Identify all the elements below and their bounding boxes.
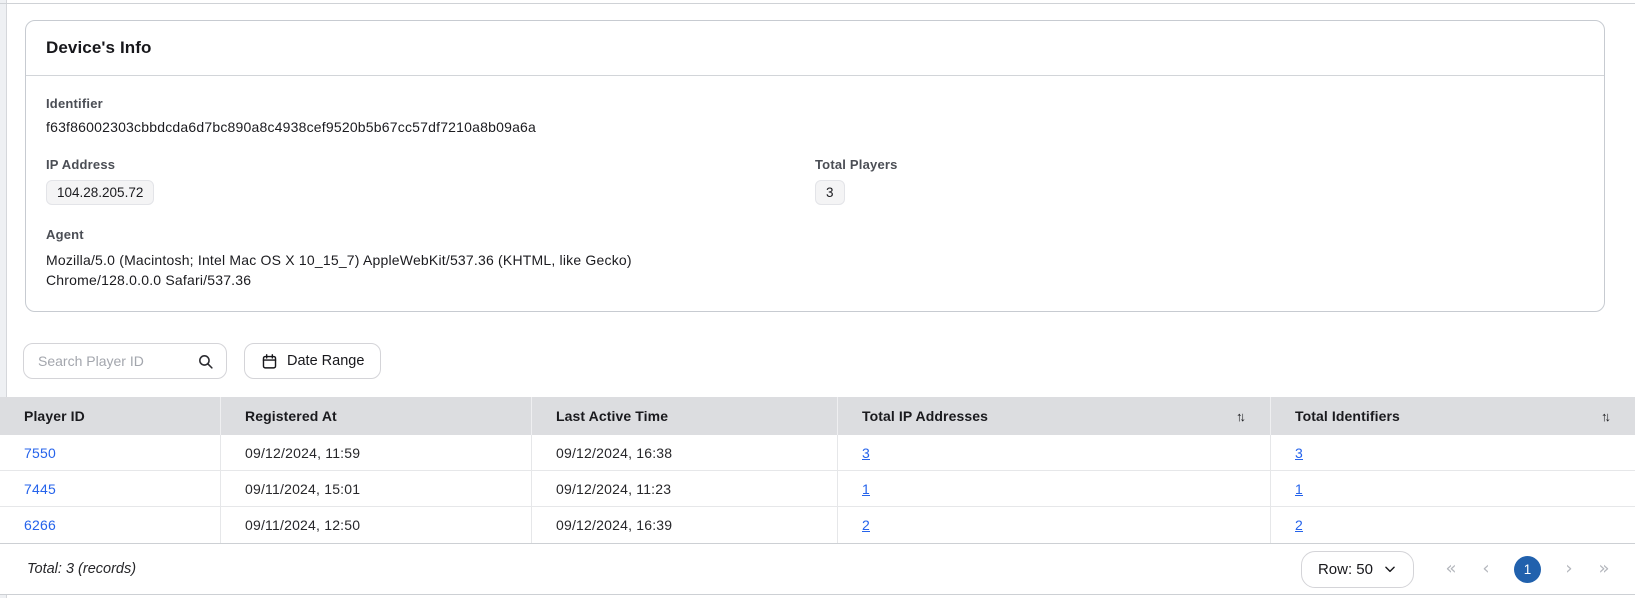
column-header-total-identifiers: Total Identifiers ↑↓ bbox=[1271, 397, 1635, 435]
column-header-player-id: Player ID bbox=[0, 397, 221, 435]
total-players-label: Total Players bbox=[815, 157, 1584, 172]
total-players-chip: 3 bbox=[815, 180, 845, 205]
cell-last-active-time: 09/12/2024, 16:39 bbox=[532, 507, 838, 543]
table-toolbar: Date Range bbox=[23, 343, 381, 379]
first-page-icon[interactable]: « bbox=[1444, 560, 1458, 578]
agent-label: Agent bbox=[46, 227, 815, 242]
cell-total-ip-addresses: 2 bbox=[838, 507, 1271, 543]
column-header-label: Last Active Time bbox=[556, 408, 668, 424]
device-info-card-body: Identifier f63f86002303cbbdcda6d7bc890a8… bbox=[26, 76, 1604, 290]
last-page-icon[interactable]: » bbox=[1597, 560, 1611, 578]
column-header-label: Registered At bbox=[245, 408, 337, 424]
player-id-link[interactable]: 6266 bbox=[24, 517, 56, 533]
device-info-card-header: Device's Info bbox=[26, 21, 1604, 76]
column-header-registered-at: Registered At bbox=[221, 397, 532, 435]
pagination-controls: Row: 50 « ‹ 1 › » bbox=[1301, 551, 1611, 588]
agent-value: Mozilla/5.0 (Macintosh; Intel Mac OS X 1… bbox=[46, 250, 741, 290]
calendar-icon bbox=[261, 353, 278, 370]
total-identifiers-link[interactable]: 2 bbox=[1295, 517, 1303, 533]
identifier-label: Identifier bbox=[46, 96, 815, 111]
pager: « ‹ 1 › » bbox=[1444, 556, 1611, 583]
cell-last-active-time: 09/12/2024, 11:23 bbox=[532, 471, 838, 506]
ip-address-field: IP Address 104.28.205.72 bbox=[46, 157, 815, 205]
identifier-field: Identifier f63f86002303cbbdcda6d7bc890a8… bbox=[46, 96, 815, 135]
date-range-label: Date Range bbox=[287, 353, 364, 369]
cell-total-identifiers: 1 bbox=[1271, 471, 1635, 506]
table-row: 7445 09/11/2024, 15:01 09/12/2024, 11:23… bbox=[0, 471, 1635, 507]
card-title: Device's Info bbox=[46, 38, 152, 58]
player-id-link[interactable]: 7550 bbox=[24, 445, 56, 461]
ip-address-chip: 104.28.205.72 bbox=[46, 180, 154, 205]
cell-registered-at: 09/11/2024, 15:01 bbox=[221, 471, 532, 506]
column-header-last-active-time: Last Active Time bbox=[532, 397, 838, 435]
device-info-card: Device's Info Identifier f63f86002303cbb… bbox=[25, 20, 1605, 312]
identifier-value: f63f86002303cbbdcda6d7bc890a8c4938cef952… bbox=[46, 119, 815, 135]
sort-icon[interactable]: ↑↓ bbox=[1601, 409, 1611, 424]
total-identifiers-link[interactable]: 3 bbox=[1295, 445, 1303, 461]
player-id-link[interactable]: 7445 bbox=[24, 481, 56, 497]
total-ip-addresses-link[interactable]: 1 bbox=[862, 481, 870, 497]
cell-total-ip-addresses: 1 bbox=[838, 471, 1271, 506]
column-header-label: Player ID bbox=[24, 408, 85, 424]
sort-icon[interactable]: ↑↓ bbox=[1236, 409, 1246, 424]
cell-last-active-time: 09/12/2024, 16:38 bbox=[532, 435, 838, 470]
total-ip-addresses-link[interactable]: 2 bbox=[862, 517, 870, 533]
agent-field: Agent Mozilla/5.0 (Macintosh; Intel Mac … bbox=[46, 227, 815, 290]
cell-player-id: 6266 bbox=[0, 507, 221, 543]
ip-address-label: IP Address bbox=[46, 157, 815, 172]
table-footer: Total: 3 (records) Row: 50 « ‹ 1 › » bbox=[0, 543, 1635, 595]
cell-player-id: 7445 bbox=[0, 471, 221, 506]
chevron-down-icon bbox=[1383, 562, 1397, 576]
rows-per-page-label: Row: 50 bbox=[1318, 561, 1373, 578]
total-records-text: Total: 3 (records) bbox=[27, 561, 136, 577]
player-search-box[interactable] bbox=[23, 343, 227, 379]
cell-registered-at: 09/11/2024, 12:50 bbox=[221, 507, 532, 543]
date-range-button[interactable]: Date Range bbox=[244, 343, 381, 379]
current-page-button[interactable]: 1 bbox=[1514, 556, 1541, 583]
prev-page-icon[interactable]: ‹ bbox=[1479, 560, 1493, 578]
cell-total-ip-addresses: 3 bbox=[838, 435, 1271, 470]
total-identifiers-link[interactable]: 1 bbox=[1295, 481, 1303, 497]
cell-total-identifiers: 3 bbox=[1271, 435, 1635, 470]
column-header-label: Total IP Addresses bbox=[862, 408, 988, 424]
spacer-cell bbox=[815, 96, 1584, 135]
rows-per-page-selector[interactable]: Row: 50 bbox=[1301, 551, 1414, 588]
total-players-field: Total Players 3 bbox=[815, 157, 1584, 205]
table-row: 6266 09/11/2024, 12:50 09/12/2024, 16:39… bbox=[0, 507, 1635, 543]
column-header-total-ip-addresses: Total IP Addresses ↑↓ bbox=[838, 397, 1271, 435]
total-ip-addresses-link[interactable]: 3 bbox=[862, 445, 870, 461]
table-header-row: Player ID Registered At Last Active Time… bbox=[0, 397, 1635, 435]
column-header-label: Total Identifiers bbox=[1295, 408, 1400, 424]
page-top-divider bbox=[0, 3, 1635, 4]
players-table: Player ID Registered At Last Active Time… bbox=[0, 397, 1635, 543]
next-page-icon[interactable]: › bbox=[1562, 560, 1576, 578]
cell-player-id: 7550 bbox=[0, 435, 221, 470]
cell-registered-at: 09/12/2024, 11:59 bbox=[221, 435, 532, 470]
cell-total-identifiers: 2 bbox=[1271, 507, 1635, 543]
table-row: 7550 09/12/2024, 11:59 09/12/2024, 16:38… bbox=[0, 435, 1635, 471]
search-icon[interactable] bbox=[197, 353, 214, 370]
search-player-id-input[interactable] bbox=[38, 353, 197, 369]
